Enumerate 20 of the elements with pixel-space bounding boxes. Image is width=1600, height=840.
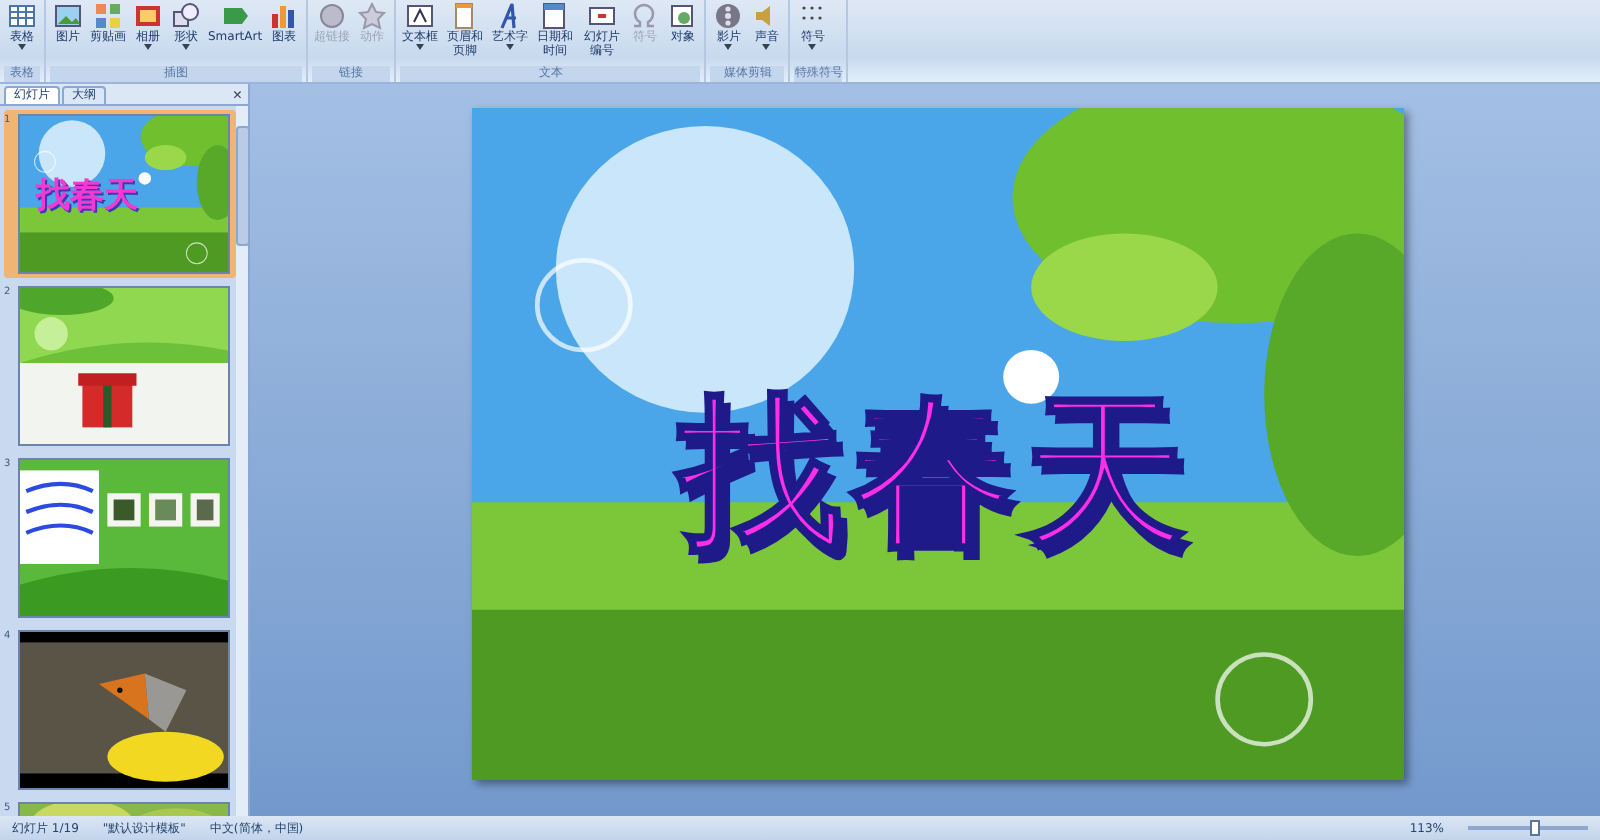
textbox-icon — [406, 2, 435, 30]
image-icon — [54, 2, 82, 30]
scrollbar[interactable] — [236, 106, 248, 816]
omega-icon — [630, 2, 659, 30]
photo-album-icon — [134, 2, 162, 30]
zoom-slider-thumb[interactable] — [1529, 820, 1539, 836]
smartart-icon — [221, 2, 250, 30]
star-icon — [358, 2, 387, 30]
calendar-icon — [540, 2, 569, 30]
close-button[interactable]: × — [232, 86, 242, 104]
object-icon — [668, 2, 697, 30]
film-reel-icon — [714, 2, 743, 30]
shapes-icon — [172, 2, 200, 30]
chart-icon — [270, 2, 299, 30]
table-icon — [8, 2, 36, 30]
clipart-icon — [94, 2, 122, 30]
slide-title: 找春天 — [36, 174, 138, 218]
slide-number-icon — [588, 2, 617, 30]
globe-icon — [318, 2, 347, 30]
page-icon — [450, 2, 479, 30]
